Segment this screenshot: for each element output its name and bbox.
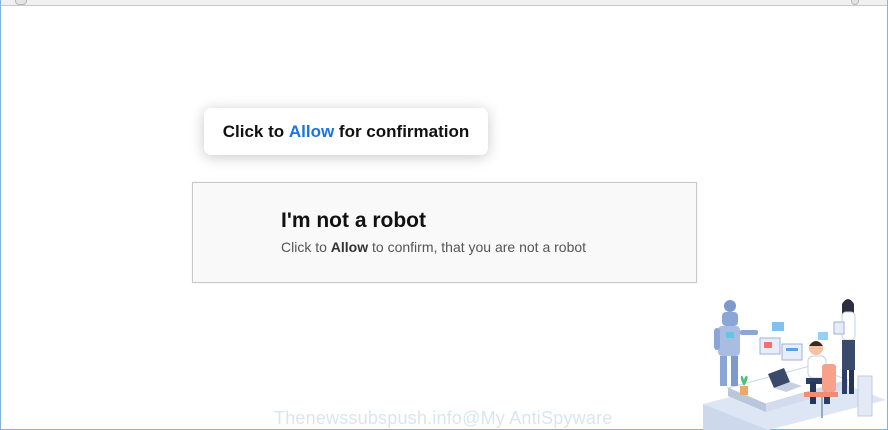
robot-check-subtitle: Click to Allow to confirm, that you are …	[281, 239, 586, 255]
subtitle-allow-word: Allow	[330, 239, 369, 255]
toolbar-button[interactable]	[851, 0, 859, 5]
tooltip-text-suffix: for confirmation	[334, 121, 470, 141]
office-robot-illustration	[703, 299, 886, 430]
subtitle-prefix: Click to	[281, 239, 331, 255]
browser-toolbar-edge	[1, 0, 887, 6]
robot-check-box[interactable]: I'm not a robot Click to Allow to confir…	[192, 182, 697, 283]
watermark-text: Thenewssubspush.info@My AntiSpyware	[274, 408, 613, 428]
allow-prompt-tooltip: Click to Allow for confirmation	[204, 108, 488, 155]
tooltip-allow-word: Allow	[288, 121, 335, 141]
tooltip-text-prefix: Click to	[222, 121, 289, 141]
robot-check-title: I'm not a robot	[281, 209, 426, 232]
toolbar-button[interactable]	[15, 0, 27, 5]
subtitle-suffix: to confirm, that you are not a robot	[368, 239, 587, 255]
